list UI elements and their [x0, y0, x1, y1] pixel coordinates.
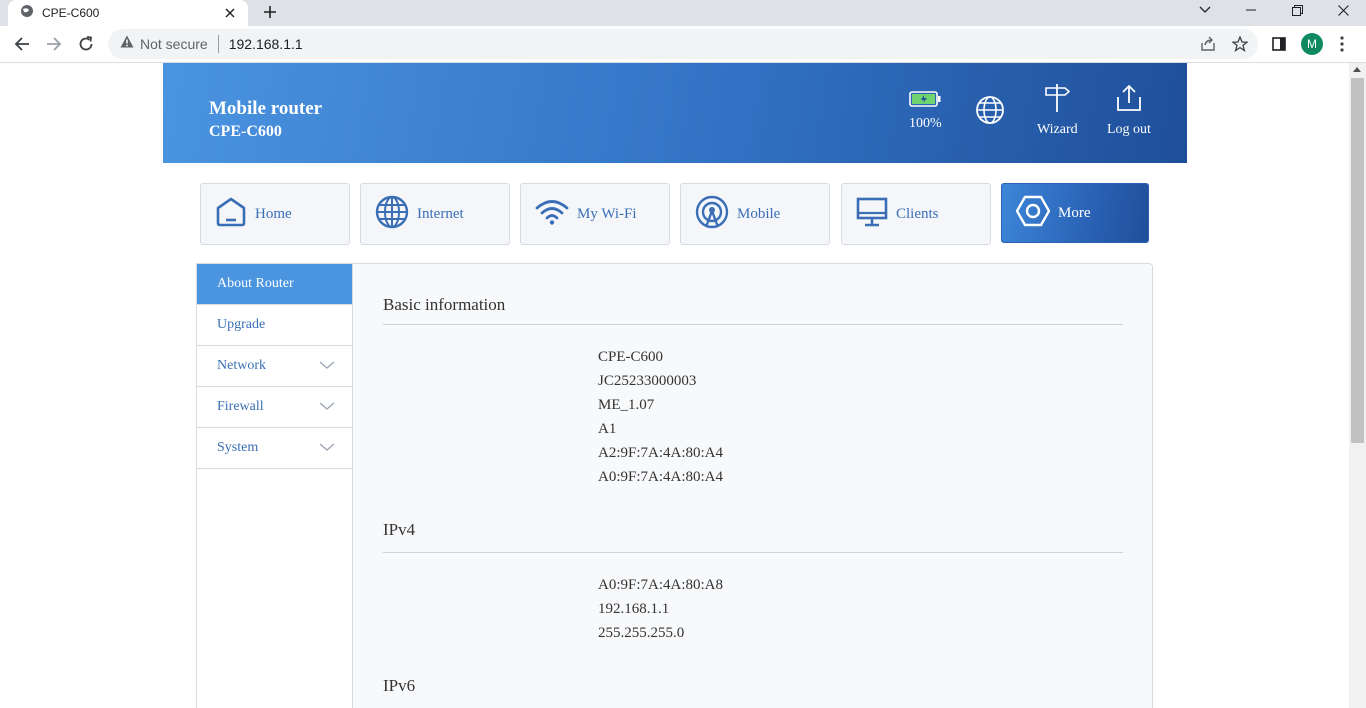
- menu-kebab-icon[interactable]: [1330, 32, 1354, 56]
- nav-clients-label[interactable]: Clients: [896, 206, 939, 223]
- tab-search-icon[interactable]: [1182, 0, 1228, 20]
- url-text[interactable]: 192.168.1.1: [229, 36, 303, 52]
- nav-mobile[interactable]: Mobile: [680, 183, 830, 245]
- chevron-down-icon[interactable]: [319, 400, 335, 416]
- battery-icon: [909, 91, 941, 112]
- address-bar[interactable]: Not secure 192.168.1.1: [108, 29, 1258, 59]
- about-router-panel: Basic information Device model CPE-C600 …: [352, 263, 1153, 708]
- antenna-icon: [695, 195, 729, 234]
- language-button[interactable]: [975, 95, 1005, 130]
- side-panel-icon[interactable]: [1267, 32, 1291, 56]
- battery-label: 100%: [909, 116, 942, 131]
- info-value: 255.255.255.0: [598, 625, 685, 641]
- nav-home[interactable]: Home: [200, 183, 350, 245]
- sidebar-item-label[interactable]: Firewall: [217, 399, 264, 415]
- info-value: 192.168.1.1: [598, 601, 670, 617]
- monitor-icon: [856, 196, 888, 233]
- sidebar-item-label[interactable]: Upgrade: [217, 317, 265, 333]
- restore-icon[interactable]: [1274, 0, 1320, 20]
- share-icon[interactable]: [1196, 32, 1220, 56]
- info-value: ME_1.07: [598, 397, 655, 413]
- wizard-label[interactable]: Wizard: [1037, 122, 1078, 138]
- scroll-thumb[interactable]: [1351, 78, 1364, 443]
- section-divider: [383, 552, 1123, 553]
- router-header: Mobile router CPE-C600 100% Wizard Log o…: [163, 63, 1187, 163]
- minimize-icon[interactable]: [1228, 0, 1274, 20]
- logout-label[interactable]: Log out: [1107, 122, 1151, 138]
- info-value: A0:9F:7A:4A:80:A4: [598, 469, 724, 485]
- sidebar-item-firewall[interactable]: Firewall: [197, 387, 353, 428]
- scroll-up-arrow-icon[interactable]: [1353, 67, 1361, 72]
- signpost-icon[interactable]: [1043, 83, 1071, 118]
- section-divider: [383, 324, 1123, 325]
- globe-icon: [375, 195, 409, 234]
- info-value: CPE-C600: [598, 349, 664, 365]
- profile-avatar[interactable]: M: [1301, 33, 1323, 55]
- nav-more-label[interactable]: More: [1058, 205, 1091, 222]
- tab-title: CPE-C600: [42, 6, 100, 20]
- home-icon: [215, 196, 247, 233]
- nav-my-wifi-label[interactable]: My Wi-Fi: [577, 206, 637, 223]
- close-tab-icon[interactable]: [218, 1, 242, 25]
- sidebar-item-label[interactable]: About Router: [217, 276, 294, 292]
- sidebar-item-about-router[interactable]: About Router: [197, 264, 353, 305]
- nav-more[interactable]: More: [1001, 183, 1149, 243]
- omnibox-separator: [217, 35, 219, 53]
- chevron-down-icon[interactable]: [319, 359, 335, 375]
- nav-internet-label[interactable]: Internet: [417, 206, 464, 223]
- logout-button[interactable]: Log out: [1107, 83, 1151, 138]
- bookmark-star-icon[interactable]: [1228, 32, 1252, 56]
- info-value: A0:9F:7A:4A:80:A8: [598, 577, 724, 593]
- nav-clients[interactable]: Clients: [841, 183, 991, 245]
- close-window-icon[interactable]: [1320, 0, 1366, 20]
- warning-icon[interactable]: [120, 35, 134, 53]
- page-viewport: Mobile router CPE-C600 100% Wizard Log o…: [0, 63, 1349, 708]
- logout-upload-icon[interactable]: [1115, 83, 1143, 118]
- browser-tab[interactable]: CPE-C600: [8, 0, 248, 26]
- info-value: A1: [598, 421, 617, 437]
- section-title-basic: Basic information: [383, 295, 506, 314]
- battery-status: 100%: [909, 91, 942, 132]
- brand-subtitle: CPE-C600: [209, 123, 282, 140]
- reload-icon[interactable]: [72, 30, 100, 58]
- forward-arrow-icon[interactable]: [40, 30, 68, 58]
- globe-favicon-icon: [20, 4, 34, 23]
- security-label[interactable]: Not secure: [140, 36, 208, 52]
- sidebar-item-network[interactable]: Network: [197, 346, 353, 387]
- nav-home-label[interactable]: Home: [255, 206, 292, 223]
- chevron-down-icon[interactable]: [319, 441, 335, 457]
- wizard-button[interactable]: Wizard: [1037, 83, 1078, 138]
- sidebar-item-label[interactable]: Network: [217, 358, 266, 374]
- new-tab-icon[interactable]: [258, 0, 282, 24]
- nav-mobile-label[interactable]: Mobile: [737, 206, 780, 223]
- wifi-icon: [535, 198, 569, 231]
- page-scrollbar[interactable]: [1349, 63, 1366, 708]
- globe-icon[interactable]: [975, 95, 1005, 130]
- nav-internet[interactable]: Internet: [360, 183, 510, 245]
- info-value: A2:9F:7A:4A:80:A4: [598, 445, 724, 461]
- browser-toolbar: Not secure 192.168.1.1: [0, 26, 1366, 63]
- section-title-ipv4: IPv4: [383, 520, 416, 539]
- sidebar-item-system[interactable]: System: [197, 428, 353, 469]
- hexagon-icon: [1015, 195, 1051, 232]
- brand-title: Mobile router: [209, 98, 323, 119]
- tab-strip: CPE-C600: [0, 0, 1366, 26]
- info-value: JC25233000003: [598, 373, 697, 389]
- sidebar-item-upgrade[interactable]: Upgrade: [197, 305, 353, 346]
- nav-my-wifi[interactable]: My Wi-Fi: [520, 183, 670, 245]
- section-title-ipv6: IPv6: [383, 676, 416, 695]
- back-arrow-icon[interactable]: [8, 30, 36, 58]
- sidebar: About Router Upgrade Network Firewall Sy…: [196, 263, 353, 708]
- sidebar-item-label[interactable]: System: [217, 440, 258, 456]
